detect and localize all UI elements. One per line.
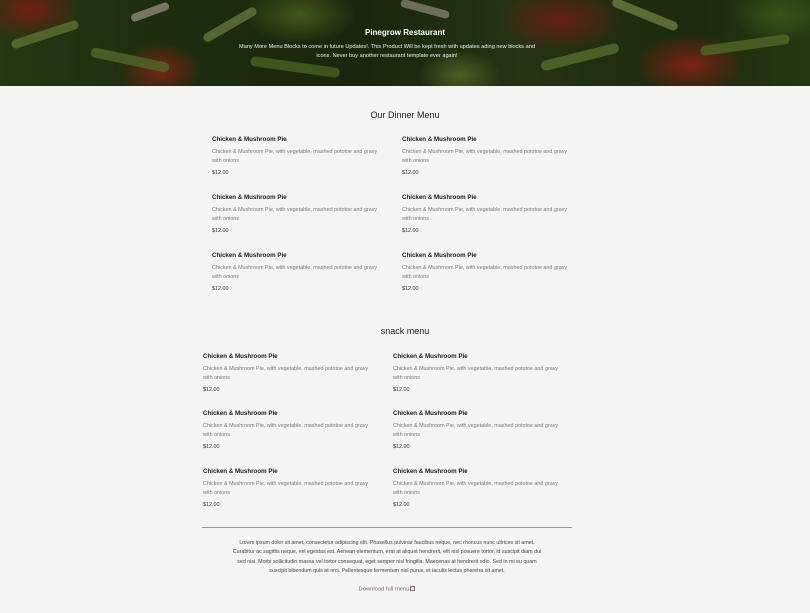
item-name: Chicken & Mushroom Pie xyxy=(393,353,468,360)
item-price: $12.00 xyxy=(402,228,419,234)
item-price: $12.00 xyxy=(203,444,220,450)
item-name: Chicken & Mushroom Pie xyxy=(212,136,287,143)
dinner-menu-item: Chicken & Mushroom Pie Chicken & Mushroo… xyxy=(212,194,382,234)
item-description: Chicken & Mushroom Pie, with vegetable, … xyxy=(203,366,369,381)
item-description: Chicken & Mushroom Pie, with vegetable, … xyxy=(393,366,559,381)
item-description: Chicken & Mushroom Pie, with vegetable, … xyxy=(393,481,559,496)
item-price: $12.00 xyxy=(212,170,229,176)
footer-text: Lorem ipsum dolor sit amet, consectetur … xyxy=(232,540,542,575)
item-price: $12.00 xyxy=(393,387,410,393)
snack-menu-item: Chicken & Mushroom Pie Chicken & Mushroo… xyxy=(393,353,563,393)
item-price: $12.00 xyxy=(212,286,229,292)
item-description: Chicken & Mushroom Pie, with vegetable, … xyxy=(203,481,369,496)
item-price: $12.00 xyxy=(402,286,419,292)
dinner-menu-item: Chicken & Mushroom Pie Chicken & Mushroo… xyxy=(402,136,572,176)
item-price: $12.00 xyxy=(203,502,220,508)
item-name: Chicken & Mushroom Pie xyxy=(203,353,278,360)
item-name: Chicken & Mushroom Pie xyxy=(402,194,477,201)
item-price: $12.00 xyxy=(393,444,410,450)
item-name: Chicken & Mushroom Pie xyxy=(212,252,287,259)
item-price: $12.00 xyxy=(212,228,229,234)
hero-title: Pinegrow Restaurant xyxy=(364,28,445,37)
dinner-menu-item: Chicken & Mushroom Pie Chicken & Mushroo… xyxy=(402,252,572,292)
snack-menu-item: Chicken & Mushroom Pie Chicken & Mushroo… xyxy=(203,353,373,393)
hero-description: Many More Menu Blocks to come in future … xyxy=(239,44,535,59)
snack-menu-item: Chicken & Mushroom Pie Chicken & Mushroo… xyxy=(393,410,563,450)
item-description: Chicken & Mushroom Pie, with vegetable, … xyxy=(212,265,378,280)
dinner-menu-item: Chicken & Mushroom Pie Chicken & Mushroo… xyxy=(402,194,572,234)
item-description: Chicken & Mushroom Pie, with vegetable, … xyxy=(402,149,568,164)
snack-menu-item: Chicken & Mushroom Pie Chicken & Mushroo… xyxy=(203,410,373,450)
item-name: Chicken & Mushroom Pie xyxy=(393,410,468,417)
item-name: Chicken & Mushroom Pie xyxy=(393,468,468,475)
item-description: Chicken & Mushroom Pie, with vegetable, … xyxy=(393,423,559,438)
snack-menu-item: Chicken & Mushroom Pie Chicken & Mushroo… xyxy=(393,468,563,508)
dinner-menu-title: Our Dinner Menu xyxy=(370,110,440,120)
snack-menu-item: Chicken & Mushroom Pie Chicken & Mushroo… xyxy=(203,468,373,508)
dinner-menu-item: Chicken & Mushroom Pie Chicken & Mushroo… xyxy=(212,136,382,176)
item-price: $12.00 xyxy=(402,170,419,176)
item-description: Chicken & Mushroom Pie, with vegetable, … xyxy=(212,149,378,164)
dinner-menu-item: Chicken & Mushroom Pie Chicken & Mushroo… xyxy=(212,252,382,292)
item-price: $12.00 xyxy=(203,387,220,393)
item-description: Chicken & Mushroom Pie, with vegetable, … xyxy=(402,207,568,222)
item-description: Chicken & Mushroom Pie, with vegetable, … xyxy=(212,207,378,222)
divider xyxy=(202,527,572,528)
item-description: Chicken & Mushroom Pie, with vegetable, … xyxy=(402,265,568,280)
item-name: Chicken & Mushroom Pie xyxy=(203,410,278,417)
item-price: $12.00 xyxy=(393,502,410,508)
item-name: Chicken & Mushroom Pie xyxy=(203,468,278,475)
external-link-icon xyxy=(410,586,416,591)
item-name: Chicken & Mushroom Pie xyxy=(212,194,287,201)
hero-banner: Pinegrow Restaurant Many More Menu Block… xyxy=(0,0,810,86)
download-full-menu-link[interactable]: Download full menu xyxy=(0,586,774,593)
item-description: Chicken & Mushroom Pie, with vegetable, … xyxy=(203,423,369,438)
snack-menu-title: snack menu xyxy=(380,326,430,336)
item-name: Chicken & Mushroom Pie xyxy=(402,136,477,143)
download-link-label: Download full menu xyxy=(358,586,410,593)
item-name: Chicken & Mushroom Pie xyxy=(402,252,477,259)
